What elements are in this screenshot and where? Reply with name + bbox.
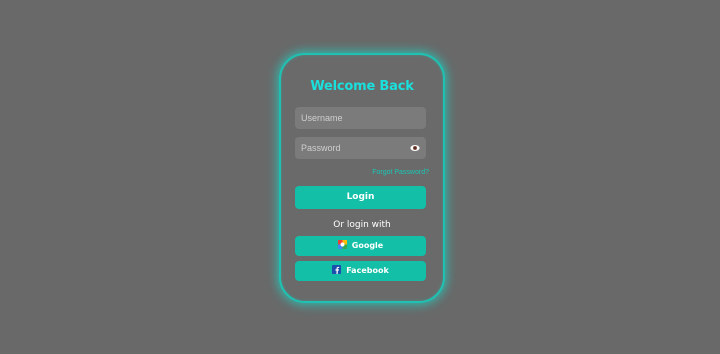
google-icon (337, 240, 347, 249)
forgot-password-link[interactable]: Forgot Password? (372, 169, 429, 176)
facebook-icon (332, 265, 342, 274)
eye-icon[interactable] (410, 144, 420, 152)
username-placeholder: Username (301, 113, 343, 123)
password-input[interactable]: Password (295, 137, 426, 159)
login-title: Welcome Back (310, 79, 414, 94)
login-card: Welcome Back Username Password Forgot Pa… (279, 53, 445, 303)
username-input[interactable]: Username (295, 107, 426, 129)
password-placeholder: Password (301, 143, 341, 153)
login-button[interactable]: Login (295, 186, 426, 209)
google-login-button[interactable]: Google (295, 236, 426, 256)
social-login-prompt: Or login with (333, 220, 391, 230)
facebook-login-button[interactable]: Facebook (295, 261, 426, 281)
facebook-button-label: Facebook (346, 266, 389, 275)
google-button-label: Google (351, 241, 384, 250)
